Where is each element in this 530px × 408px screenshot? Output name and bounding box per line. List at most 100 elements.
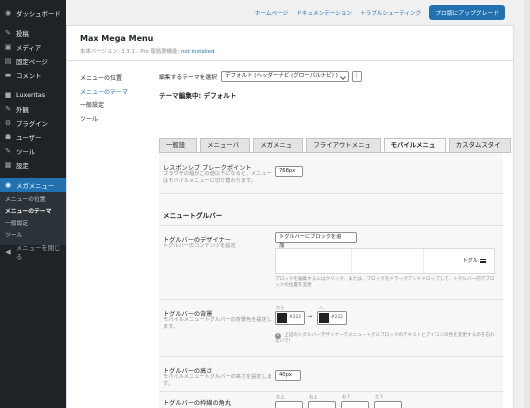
toggle-block-label: トグル [462,258,478,264]
toggle-designer-area[interactable]: トグル [275,248,495,274]
collapse-icon: ◀ [5,248,11,256]
sidebar-item-comments[interactable]: ▬ コメント [0,68,66,82]
toggle-section-title: メニュートグルバー [163,212,223,220]
corner-bottom-left-label: 左下 [375,394,384,399]
theme-tabs: 一般設定 メニューバー メガメニュー フライアウトメニュー モバイルメニュー カ… [159,138,511,161]
toggle-block[interactable]: トグル [462,257,486,264]
designer-left-zone[interactable] [276,249,352,273]
sidebar-item-posts[interactable]: ✎ 投稿 [0,26,66,40]
page-title: Max Mega Menu [80,34,154,43]
designer-desc: トグルバーのコンテンツを設定 [163,243,236,249]
collapse-menu-button[interactable]: ◀ メニューを閉じる [0,244,66,261]
row-divider [159,299,503,300]
more-options-icon[interactable]: ⋮ [351,70,362,82]
sidebar-item-label: コメント [16,71,42,80]
nav-item-tools[interactable]: ツール [80,113,150,127]
sidebar-item-label: 外観 [16,105,29,114]
sidebar-item-label: メディア [16,43,42,52]
sidebar-item-pages[interactable]: ▤ 固定ページ [0,54,66,68]
user-icon: ☗ [4,133,12,141]
sidebar-item-appearance[interactable]: ✎ 外観 [0,102,66,116]
submenu-item-themes[interactable]: メニューのテーマ [0,206,66,218]
corner-top-left-label: 左上 [276,394,285,399]
nav-item-general[interactable]: 一般設定 [80,99,150,113]
admin-sidebar: ◉ ダッシュボード ✎ 投稿 ▣ メディア ▤ 固定ページ ▬ コメント ■ Luxerit… [0,0,66,408]
luxeritas-icon: ■ [4,91,12,99]
to-color-swatch[interactable] [319,313,329,323]
version-info: 本体バージョン: 3.3.1 - Pro 版拡張機能: not installe… [80,47,214,55]
hamburger-icon [480,258,486,263]
add-block-select-value: トグルバーにブロックを追加 [279,234,342,249]
radius-label: トグルバーの枠線の角丸 [163,400,232,407]
radius-top-right-input[interactable] [308,401,336,408]
tab-custom-style[interactable]: カスタムスタイル [448,138,511,161]
corner-top-right-label: 右上 [309,394,318,399]
sidebar-item-tools[interactable]: ✎ ツール [0,144,66,158]
height-input[interactable]: 40px [275,370,301,381]
row-divider [159,391,503,392]
theme-select-row: 編集するテーマを選択 デフォルト (ヘッダーナビ (グローバルナビ) ) ⋮ [159,69,511,83]
plugin-icon: ⚙ [4,119,12,127]
mobile-tab-body: レスポンシブ ブレークポイント ブラウザの幅がこの値以下になると、メニューはモバ… [159,153,503,408]
designer-note: ブロックを編集するにはクリック、または、ブロックをドラッグアンドドロップして、ト… [275,277,495,288]
page-scrollbar[interactable] [524,0,530,408]
sidebar-item-label: 固定ページ [16,57,48,66]
radius-bottom-left-input[interactable] [374,401,402,408]
sidebar-item-megamenu[interactable]: ◉ メガメニュー [0,178,66,192]
nav-item-themes[interactable]: メニューのテーマ [80,86,150,100]
sidebar-item-label: ツール [16,147,36,156]
background-desc: モバイルメニュートグルバーの背景色を設定します。 [163,317,272,330]
version-text: 本体バージョン: 3.3.1 - Pro 版拡張機能: [80,49,180,55]
submenu-item-general[interactable]: 一般設定 [0,218,66,230]
megamenu-icon: ◉ [4,181,12,189]
header-divider [67,60,513,61]
submenu-item-tools[interactable]: ツール [0,230,66,242]
comment-icon: ▬ [4,71,12,79]
sidebar-item-plugins[interactable]: ⚙ プラグイン [0,116,66,130]
tab-mobile[interactable]: モバイルメニュー [383,138,446,161]
sidebar-item-label: メガメニュー [16,181,55,190]
radius-bottom-right-input[interactable] [341,401,369,408]
megamenu-submenu: メニューの位置 メニューのテーマ 一般設定 ツール [0,192,66,245]
sidebar-item-label: ダッシュボード [16,9,61,18]
upgrade-button[interactable]: プロ版にアップグレード [429,5,505,20]
editing-heading: テーマ編集中: デフォルト [159,92,237,100]
sidebar-item-label: 設定 [16,161,29,170]
homepage-link[interactable]: ホームページ [255,9,288,17]
from-color-swatch[interactable] [277,313,287,323]
sidebar-item-media[interactable]: ▣ メディア [0,40,66,54]
sidebar-item-users[interactable]: ☗ ユーザー [0,130,66,144]
tab-megamenu[interactable]: メガメニュー [253,138,304,161]
tool-icon: ✎ [5,147,11,155]
breakpoint-input[interactable]: 768px [275,166,303,177]
sidebar-item-label: 投稿 [16,29,29,38]
background-note-text: 上記のトグルバーデザイナーでメニュートグルブロックのテキストとアイコンの色を変更… [275,333,495,344]
theme-select[interactable]: デフォルト (ヘッダーナビ (グローバルナビ) ) [220,70,349,82]
sidebar-item-label: Luxeritas [16,91,46,99]
dashboard-icon: ◉ [4,9,12,17]
sidebar-item-dashboard[interactable]: ◉ ダッシュボード [0,6,66,20]
corner-bottom-right-label: 右下 [342,394,351,399]
not-installed-link[interactable]: not installed [181,49,214,55]
media-icon: ▣ [4,43,12,51]
tab-menubar[interactable]: メニューバー [200,138,251,161]
designer-center-zone[interactable] [352,249,424,273]
row-divider [159,193,503,194]
height-desc: モバイルメニュートグルバーの高さを設定します。 [163,374,272,387]
submenu-item-locations[interactable]: メニューの位置 [0,194,66,206]
background-note: i 上記のトグルバーデザイナーでメニュートグルブロックのテキストとアイコンの色を変… [275,333,499,345]
tab-flyout[interactable]: フライアウトメニュー [306,138,381,161]
troubleshooting-link[interactable]: トラブルシューティング [360,9,421,17]
pin-icon: ✎ [5,29,11,37]
collapse-label: メニューを閉じる [15,244,61,261]
plugin-topbar: ホームページ ドキュメンテーション トラブルシューティング プロ版にアップグレー… [66,0,530,25]
sidebar-item-luxeritas[interactable]: ■ Luxeritas [0,88,66,102]
sidebar-item-label: ユーザー [16,133,42,142]
row-divider [159,356,503,357]
nav-item-locations[interactable]: メニューの位置 [80,72,150,86]
add-block-select[interactable]: トグルバーにブロックを追加 [275,232,357,249]
radius-top-left-input[interactable] [275,401,303,408]
sidebar-item-settings[interactable]: ▦ 設定 [0,158,66,172]
tab-general[interactable]: 一般設定 [159,138,198,161]
documentation-link[interactable]: ドキュメンテーション [296,9,352,17]
